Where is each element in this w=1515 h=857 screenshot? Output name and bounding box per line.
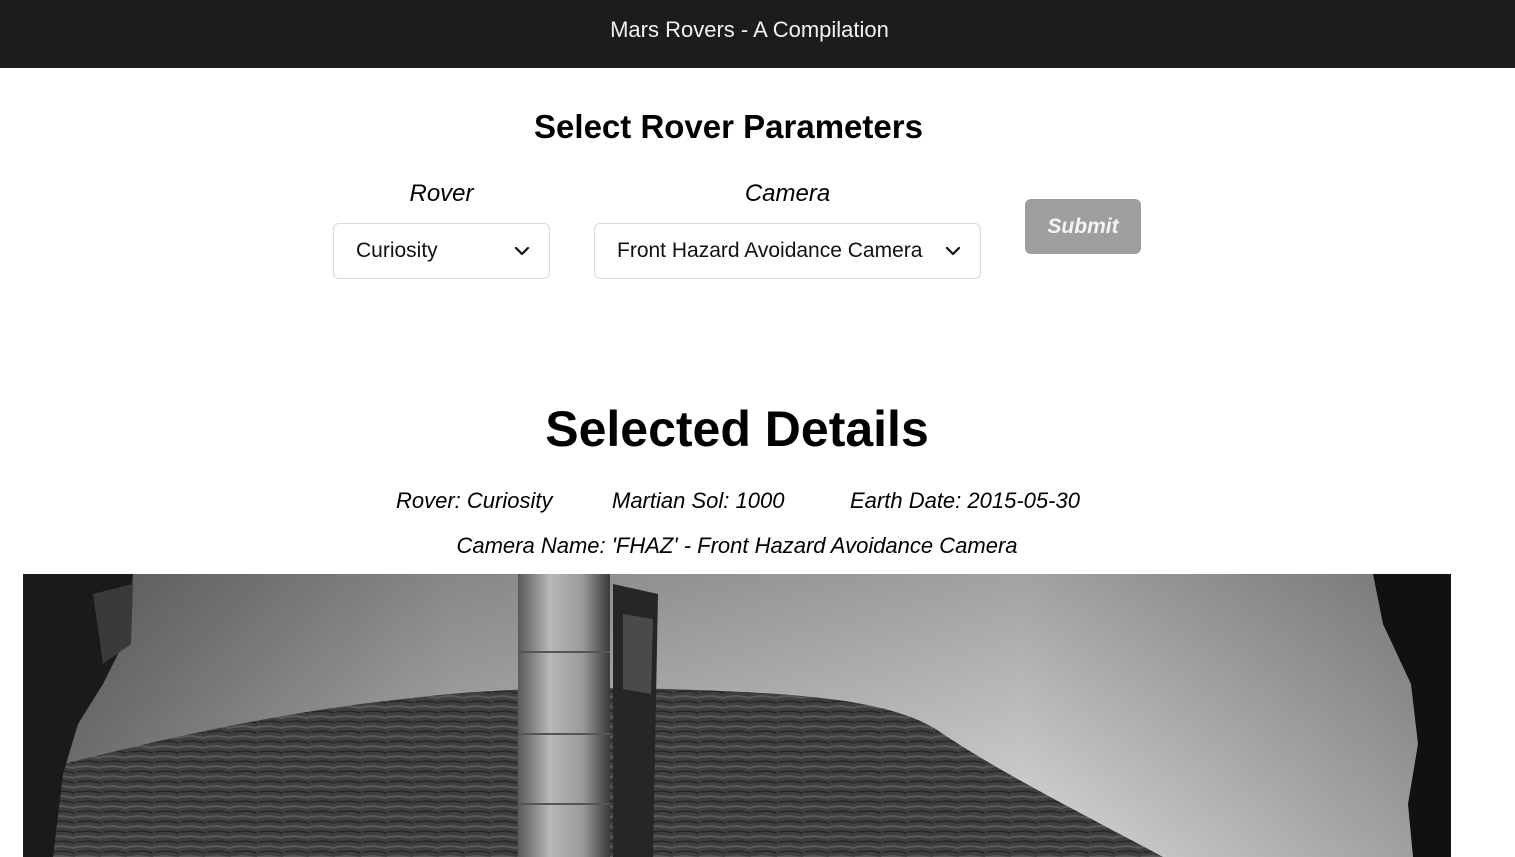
detail-earth-date: Earth Date: 2015-05-30 [850, 488, 1080, 513]
submit-button[interactable]: Submit [1025, 199, 1141, 254]
chevron-down-icon [514, 246, 530, 256]
rover-label: Rover [409, 180, 474, 207]
rover-select[interactable]: Curiosity [333, 223, 550, 279]
detail-rover: Rover: Curiosity [396, 488, 553, 513]
camera-label: Camera [744, 180, 831, 207]
parameters-heading: Select Rover Parameters [534, 108, 923, 145]
app-title: Mars Rovers - A Compilation [610, 17, 889, 42]
chevron-down-icon [945, 246, 961, 256]
detail-camera-name: Camera Name: 'FHAZ' - Front Hazard Avoid… [456, 533, 1018, 558]
rover-photo [23, 574, 1451, 857]
detail-sol: Martian Sol: 1000 [612, 488, 785, 513]
camera-select[interactable]: Front Hazard Avoidance Camera [594, 223, 981, 279]
rover-photo-image [23, 574, 1451, 857]
camera-select-value: Front Hazard Avoidance Camera [617, 239, 923, 262]
selected-details-heading: Selected Details [545, 401, 929, 457]
top-nav-bar: Mars Rovers - A Compilation [0, 0, 1515, 68]
rover-select-value: Curiosity [356, 239, 438, 262]
